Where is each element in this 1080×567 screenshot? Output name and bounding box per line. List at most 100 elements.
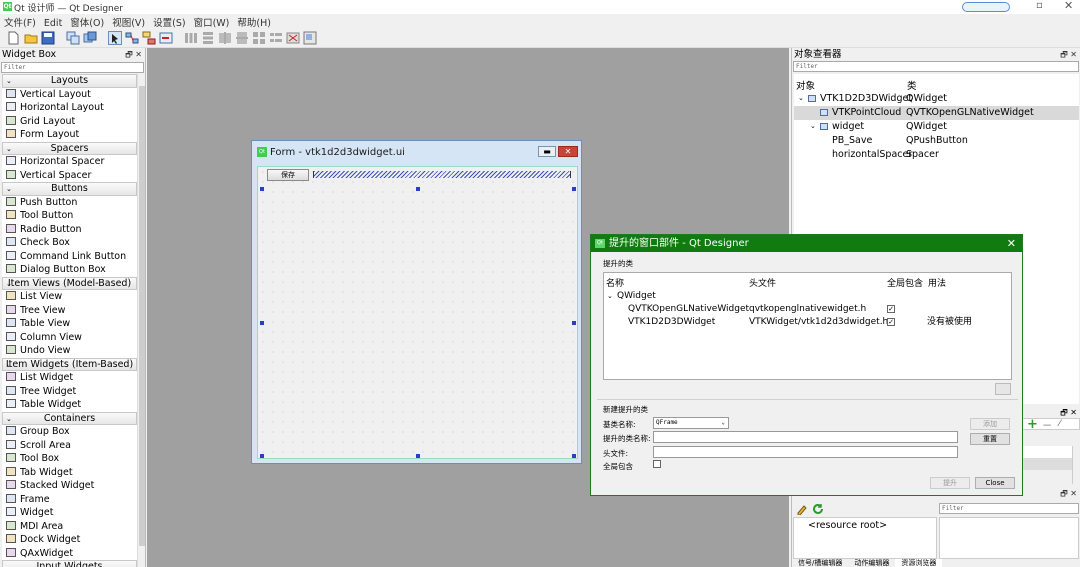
widget-box-item[interactable]: Push Button [2,196,137,210]
menu-window[interactable]: 窗口(W) [190,14,234,30]
widget-category-header[interactable]: ⌄ Spacers [2,141,137,155]
layout-v-splitter-icon[interactable] [235,31,249,45]
widget-box-item[interactable]: Scroll Area [2,439,137,453]
resize-handle[interactable] [572,454,576,458]
widget-box-item[interactable]: Horizontal Spacer [2,155,137,169]
form-close-button[interactable]: ✕ [558,146,578,157]
remove-property-icon[interactable]: − [1042,418,1052,432]
form-window[interactable]: Qt Form - vtk1d2d3dwidget.ui ▬ ✕ 保存 [251,140,582,464]
object-tree-row[interactable]: ⌄ widget QWidget [794,120,1079,134]
minimize-icon[interactable]: ▫ [1036,0,1043,11]
menu-settings[interactable]: 设置(S) [149,14,189,30]
dock-float-close-icon[interactable]: 🗗 ✕ [125,48,142,61]
scrollbar-thumb[interactable] [139,86,145,546]
resize-handle[interactable] [260,454,264,458]
promoted-class-row[interactable]: QVTKOpenGLNativeWidget qvtkopenglnativewi… [604,303,1009,316]
promoted-class-row[interactable]: VTK1D2D3DWidget VTKWidget/vtk1d2d3dwidget… [604,316,1009,329]
widget-box-item[interactable]: Check Box [2,236,137,250]
form-minimize-button[interactable]: ▬ [538,146,556,157]
close-button[interactable]: Close [975,477,1015,489]
resize-handle[interactable] [416,454,420,458]
resource-root-item[interactable]: <resource root> [793,517,937,559]
menu-help[interactable]: 帮助(H) [233,14,275,30]
widget-box-item[interactable]: Form Layout [2,128,137,142]
reset-button[interactable]: 重置 [970,433,1010,445]
object-tree-row[interactable]: VTKPointCloud QVTKOpenGLNativeWidget [794,106,1079,120]
menu-view[interactable]: 视图(V) [108,14,149,30]
expand-arrow-icon[interactable]: ⌄ [798,92,804,106]
layout-form-icon[interactable] [269,31,283,45]
widget-box-item[interactable]: Group Box [2,425,137,439]
widget-category-header[interactable]: ⌄ Input Widgets [2,560,137,567]
layout-h-splitter-icon[interactable] [218,31,232,45]
promote-button[interactable]: 提升 [930,477,970,489]
promoted-class-name-input[interactable] [653,431,958,443]
resize-handle[interactable] [260,321,264,325]
resize-handle[interactable] [416,187,420,191]
object-tree-row[interactable]: PB_Save QPushButton [794,134,1079,148]
global-include-checkbox[interactable]: ✓ [887,305,895,313]
edit-widgets-icon[interactable] [108,31,122,45]
widget-category-header[interactable]: ⌄ Layouts [2,74,137,88]
edit-signals-icon[interactable] [125,31,139,45]
property-row-selected[interactable] [1022,458,1072,470]
object-tree-row[interactable]: horizontalSpacer Spacer [794,148,1079,162]
widget-box-item[interactable]: Frame [2,493,137,507]
widget-category-header[interactable]: ⌄ Item Widgets (Item-Based) [2,357,137,371]
widget-box-item[interactable]: Stacked Widget [2,479,137,493]
add-property-icon[interactable]: + [1027,417,1038,432]
widget-box-item[interactable]: MDI Area [2,520,137,534]
resize-handle[interactable] [260,187,264,191]
header-file-input[interactable] [653,446,958,458]
remove-promoted-button[interactable] [995,383,1011,395]
add-button[interactable]: 添加 [970,418,1010,430]
new-file-icon[interactable] [6,31,20,45]
widget-box-scrollbar[interactable] [137,74,145,567]
object-filter-input[interactable]: Filter [793,61,1079,72]
widget-box-item[interactable]: Horizontal Layout [2,101,137,115]
widget-box-item[interactable]: Vertical Spacer [2,169,137,183]
configure-icon[interactable]: ⁄ [1059,419,1061,429]
widget-box-item[interactable]: Dock Widget [2,533,137,547]
widget-category-header[interactable]: ⌄ Containers [2,411,137,425]
expand-arrow-icon[interactable]: ⌄ [607,290,613,303]
tab-resource-browser[interactable]: 资源浏览器 [895,559,943,567]
global-include-checkbox[interactable]: ✓ [887,318,895,326]
menu-form[interactable]: 窗体(O) [66,14,108,30]
resize-handle[interactable] [572,321,576,325]
widget-box-item[interactable]: Tree Widget [2,385,137,399]
widget-box-item[interactable]: Tool Button [2,209,137,223]
widget-box-item[interactable]: List View [2,290,137,304]
widget-box-item[interactable]: Command Link Button [2,250,137,264]
tab-signal-slot-editor[interactable]: 信号/槽编辑器 [792,559,848,567]
widget-box-item[interactable]: Table View [2,317,137,331]
widget-box-item[interactable]: Column View [2,331,137,345]
dock-float-close-icon[interactable]: 🗗 ✕ [1060,48,1077,61]
layout-vertical-icon[interactable] [201,31,215,45]
dialog-close-icon[interactable]: ✕ [1007,235,1016,252]
edit-buddies-icon[interactable] [142,31,156,45]
widget-box-item[interactable]: Grid Layout [2,115,137,129]
widget-box-item[interactable]: Tool Box [2,452,137,466]
form-canvas[interactable]: 保存 [257,166,578,459]
save-push-button[interactable]: 保存 [267,169,309,181]
layout-grid-icon[interactable] [252,31,266,45]
widget-box-item[interactable]: Undo View [2,344,137,358]
break-layout-icon[interactable] [286,31,300,45]
copy-window-icon[interactable] [66,31,80,45]
tab-action-editor[interactable]: 动作编辑器 [848,559,895,567]
widget-box-item[interactable]: Tab Widget [2,466,137,480]
widget-category-header[interactable]: ⌄ Item Views (Model-Based) [2,276,137,290]
close-icon[interactable]: ✕ [1064,0,1073,12]
edit-tab-order-icon[interactable] [159,31,173,45]
bring-front-icon[interactable] [83,31,97,45]
base-class-combobox[interactable]: QFrame ⌄ [653,417,729,429]
resource-filter-input[interactable]: Filter [939,503,1079,514]
widget-box-filter-input[interactable]: Filter [1,62,144,73]
widget-box-item[interactable]: Radio Button [2,223,137,237]
widget-box-item[interactable]: Widget [2,506,137,520]
dock-float-close-icon[interactable]: 🗗 ✕ [1060,487,1077,500]
widget-box-item[interactable]: QAxWidget [2,547,137,561]
save-icon[interactable] [41,31,55,45]
widget-box-item[interactable]: Table Widget [2,398,137,412]
